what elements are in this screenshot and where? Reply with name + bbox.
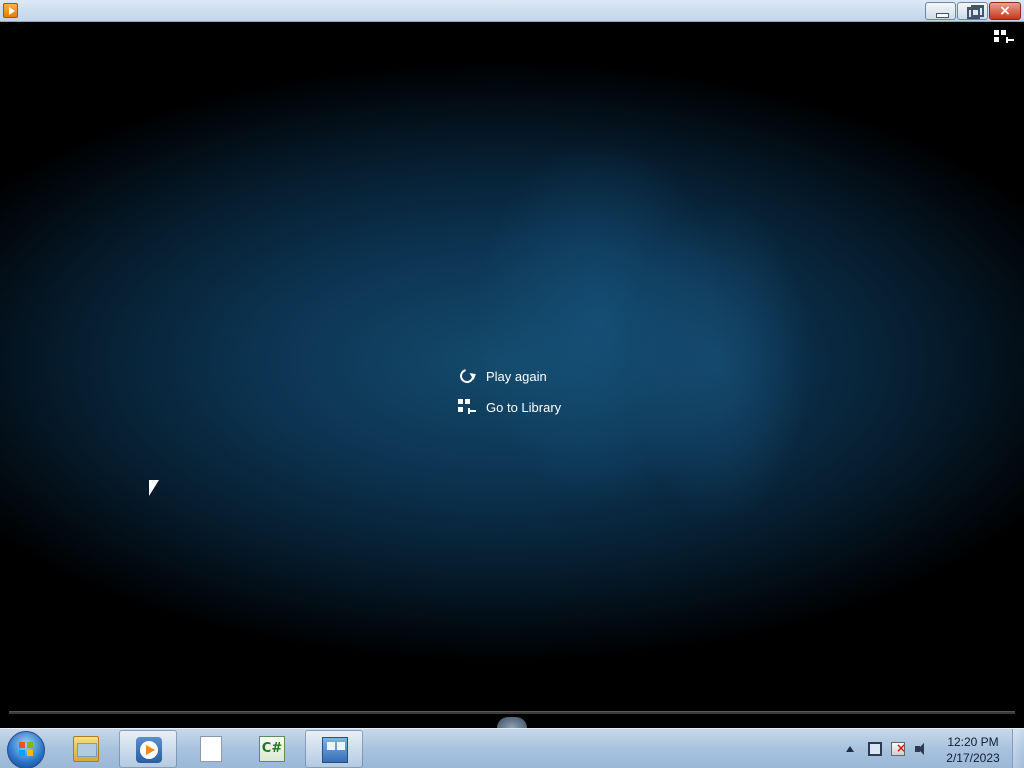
go-to-library-link[interactable]: Go to Library [458,397,561,417]
window-titlebar: × [0,0,1024,22]
taskbar: C# 12:20 PM 2/17/2023 [0,728,1024,768]
csharp-project-icon: C# [259,736,285,762]
go-to-library-label: Go to Library [486,399,562,415]
playback-controls-handle[interactable] [497,717,527,728]
action-center-icon[interactable] [891,741,906,756]
play-again-label: Play again [486,368,547,384]
taskbar-csharp-project[interactable]: C# [243,730,301,768]
taskbar-media-player[interactable] [119,730,177,768]
now-playing-area: Play again Go to Library [0,22,1024,728]
clock-date: 2/17/2023 [946,751,1000,765]
show-desktop-button[interactable] [1012,729,1024,768]
seek-bar[interactable] [9,711,1015,714]
remote-desktop-icon [322,737,348,763]
show-hidden-icons-icon[interactable] [846,746,854,752]
network-icon[interactable] [868,742,882,756]
taskbar-file-explorer[interactable] [57,730,115,768]
windows-start-icon[interactable] [7,731,45,768]
switch-to-library-icon[interactable] [994,30,1014,46]
mouse-cursor-icon [149,480,159,496]
library-icon [458,398,476,416]
clock-time: 12:20 PM [947,735,999,749]
file-explorer-icon [73,736,99,762]
media-player-icon[interactable] [3,3,18,18]
taskbar-remote-desktop[interactable] [305,730,363,768]
minimize-button[interactable] [925,2,956,20]
taskbar-document[interactable] [181,730,239,768]
close-icon: × [999,3,1011,19]
volume-icon[interactable] [915,742,929,756]
close-button[interactable]: × [989,2,1021,20]
blank-document-icon [200,736,222,762]
clock[interactable]: 12:20 PM 2/17/2023 [940,734,1006,766]
windows-media-player-icon [136,737,162,763]
play-again-link[interactable]: Play again [457,366,547,386]
restore-button[interactable] [957,2,988,20]
replay-icon [457,366,477,386]
